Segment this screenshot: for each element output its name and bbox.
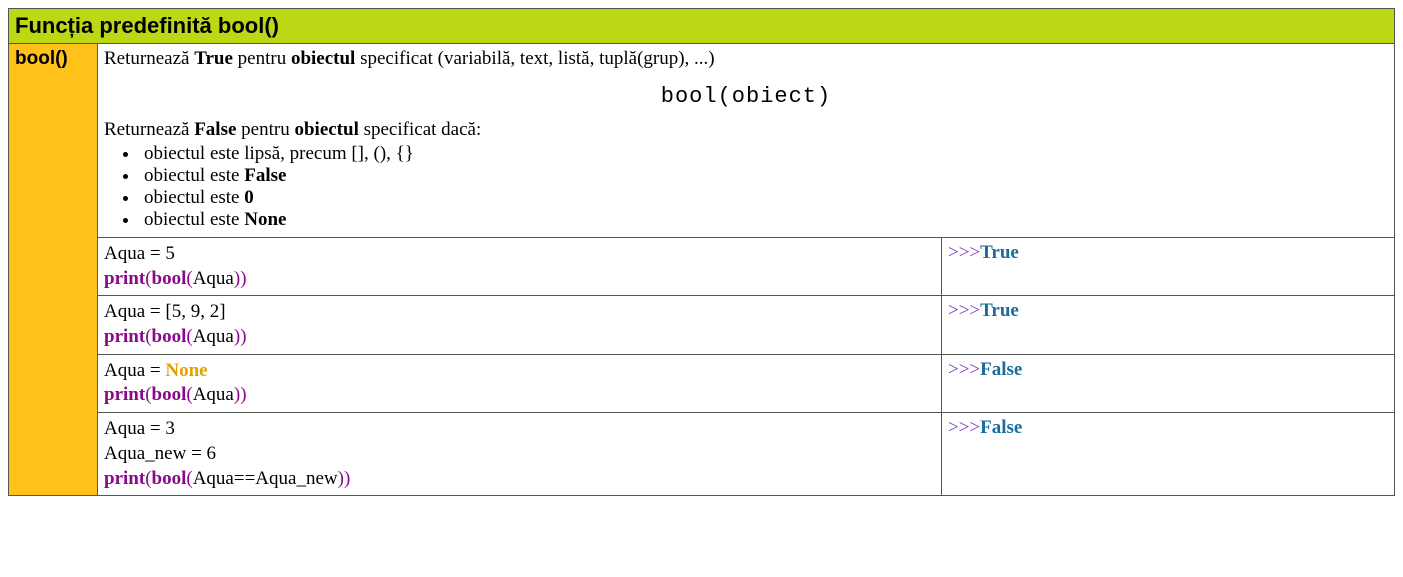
list-item: obiectul este False — [140, 165, 1388, 187]
print-line: print(bool(Aqua)) — [104, 325, 935, 350]
bool-function-table: Funcția predefinită bool() bool() Return… — [8, 8, 1395, 496]
print-line: print(bool(Aqua)) — [104, 383, 935, 408]
output-cell: >>>False — [942, 354, 1395, 412]
table-row: Aqua = None print(bool(Aqua)) >>>False — [9, 354, 1395, 412]
print-line: print(bool(Aqua==Aqua_new)) — [104, 467, 935, 492]
table-row: Aqua = 5 print(bool(Aqua)) >>>True — [9, 238, 1395, 296]
false-conditions-list: obiectul este lipsă, precum [], (), {} o… — [140, 143, 1388, 231]
output-cell: >>>True — [942, 238, 1395, 296]
table-title: Funcția predefinită bool() — [9, 9, 1395, 44]
list-item: obiectul este None — [140, 209, 1388, 231]
table-row: Aqua = 3 Aqua_new = 6 print(bool(Aqua==A… — [9, 413, 1395, 496]
function-name-cell: bool() — [9, 44, 98, 496]
code-cell: Aqua = None print(bool(Aqua)) — [98, 354, 942, 412]
description-cell: Returnează True pentru obiectul specific… — [98, 44, 1395, 238]
assign-line: Aqua = None — [104, 359, 935, 384]
assign-line: Aqua = 3 — [104, 417, 935, 442]
assign-line: Aqua_new = 6 — [104, 442, 935, 467]
assign-line: Aqua = 5 — [104, 242, 935, 267]
code-cell: Aqua = 5 print(bool(Aqua)) — [98, 238, 942, 296]
returns-false-line: Returnează False pentru obiectul specifi… — [104, 119, 1388, 141]
print-line: print(bool(Aqua)) — [104, 267, 935, 292]
code-cell: Aqua = 3 Aqua_new = 6 print(bool(Aqua==A… — [98, 413, 942, 496]
returns-true-line: Returnează True pentru obiectul specific… — [104, 48, 1388, 70]
table-row: Aqua = [5, 9, 2] print(bool(Aqua)) >>>Tr… — [9, 296, 1395, 354]
list-item: obiectul este 0 — [140, 187, 1388, 209]
code-cell: Aqua = [5, 9, 2] print(bool(Aqua)) — [98, 296, 942, 354]
list-item: obiectul este lipsă, precum [], (), {} — [140, 143, 1388, 165]
output-cell: >>>False — [942, 413, 1395, 496]
output-cell: >>>True — [942, 296, 1395, 354]
assign-line: Aqua = [5, 9, 2] — [104, 300, 935, 325]
syntax-line: bool(obiect) — [104, 84, 1388, 109]
